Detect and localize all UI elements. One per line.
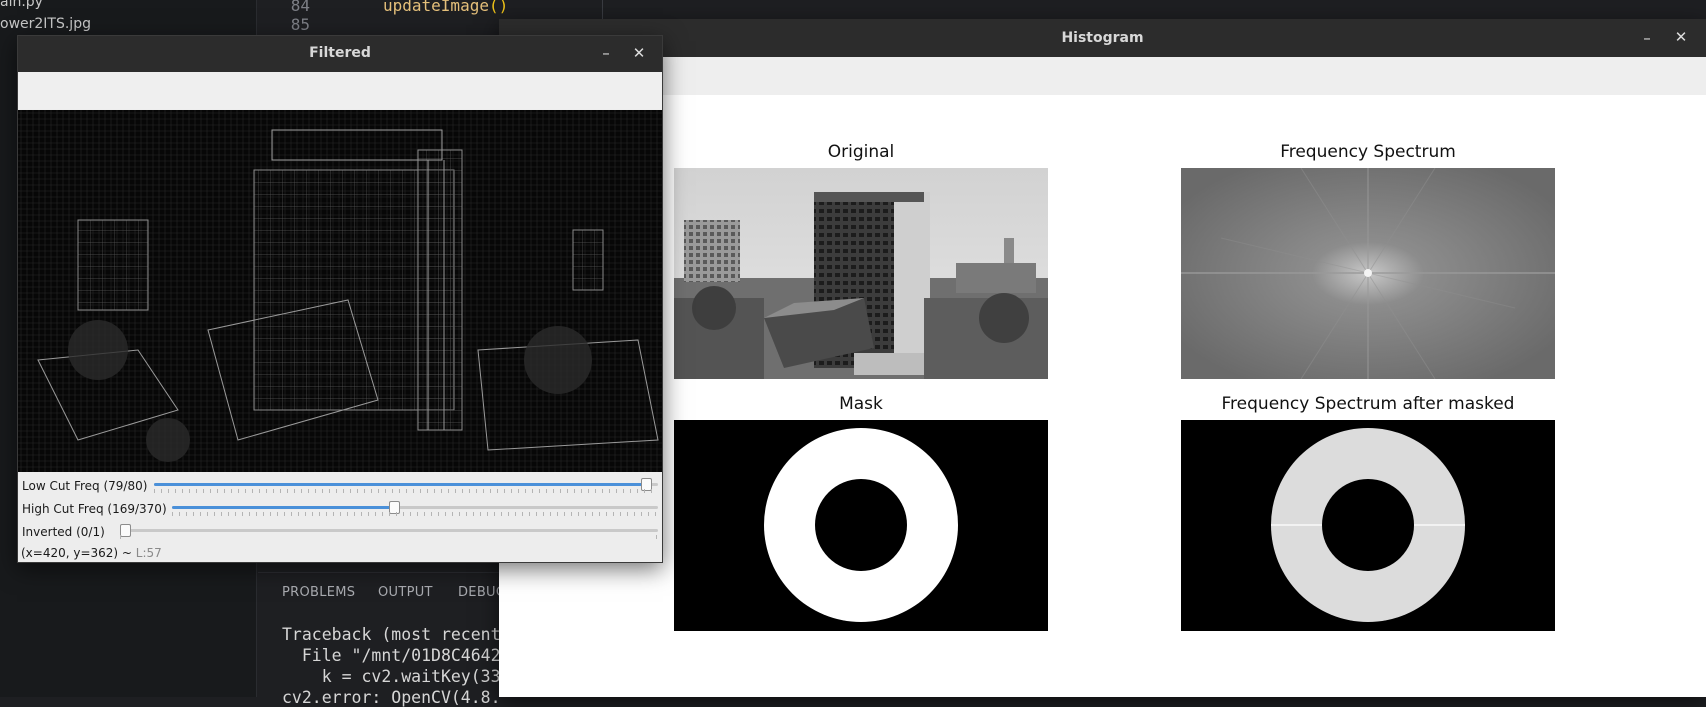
tab-output[interactable]: OUTPUT — [378, 585, 433, 600]
terminal-line: k = cv2.waitKey(33 — [282, 667, 501, 686]
pixel-level: L:57 — [135, 546, 162, 560]
trackbar-label: High Cut Freq (169/370) — [22, 502, 167, 516]
original-image — [674, 168, 1048, 379]
explorer-file-main-py[interactable]: ain.py — [0, 0, 43, 10]
code-line: updateImage() — [383, 0, 508, 15]
cursor-coordinates: (x=420, y=362) ~ — [21, 546, 136, 560]
trackbar-ticks — [154, 489, 658, 493]
trackbar-high-cut: High Cut Freq (169/370) — [18, 498, 662, 520]
trackbar-ticks — [656, 535, 658, 539]
filtered-window: Filtered – ✕ Low Cut Freq (79/80) High C… — [17, 35, 663, 563]
filtered-titlebar[interactable]: Filtered – ✕ — [18, 36, 662, 72]
subplot-title-original: Original — [827, 142, 895, 162]
subplot-title-mask: Mask — [839, 394, 883, 414]
minimize-icon: – — [1643, 29, 1651, 47]
trackbar-fill — [154, 483, 646, 486]
line-number: 85 — [290, 15, 310, 34]
close-button[interactable]: ✕ — [1669, 25, 1693, 49]
subplot-title-masked-spectrum: Frequency Spectrum after masked — [1221, 394, 1515, 414]
close-icon: ✕ — [1674, 28, 1688, 46]
trackbar-inverted: Inverted (0/1) — [18, 521, 662, 543]
trackbar-fill — [172, 506, 394, 509]
trackbar-track[interactable] — [154, 478, 658, 491]
trackbar-ticks — [172, 512, 658, 516]
explorer-file-tower-image[interactable]: ower2ITS.jpg — [0, 16, 91, 32]
trackbar-track[interactable] — [172, 501, 658, 514]
status-bar: (x=420, y=362) ~ L:57 — [21, 546, 162, 560]
trackbar-low-cut: Low Cut Freq (79/80) — [18, 475, 662, 497]
code-token: updateImage — [383, 0, 489, 15]
trackbar-track[interactable] — [120, 524, 658, 537]
terminal-line: File "/mnt/01D8C4642 — [282, 646, 501, 665]
masked-spectrum-image — [1181, 420, 1555, 631]
histogram-toolbar — [499, 57, 1706, 95]
filtered-image[interactable] — [18, 110, 662, 472]
terminal-line: cv2.error: OpenCV(4.8. — [282, 688, 501, 707]
trackbar-ticks — [120, 535, 122, 539]
histogram-titlebar[interactable]: Histogram – ✕ — [499, 19, 1706, 57]
frequency-spectrum-image — [1181, 168, 1555, 379]
window-title: Histogram — [1061, 30, 1144, 46]
minimize-icon: – — [602, 44, 610, 62]
close-icon: ✕ — [632, 44, 646, 62]
tab-problems[interactable]: PROBLEMS — [282, 585, 355, 600]
indent-guide — [602, 0, 603, 20]
minimize-button[interactable]: – — [594, 41, 618, 65]
trackbar-label: Inverted (0/1) — [22, 525, 105, 539]
filtered-toolbar — [18, 72, 662, 109]
mask-image — [674, 420, 1048, 631]
code-paren: () — [488, 0, 509, 15]
line-number: 84 — [290, 0, 310, 15]
terminal-line: Traceback (most recent — [282, 625, 501, 644]
trackbar-label: Low Cut Freq (79/80) — [22, 479, 148, 493]
close-button[interactable]: ✕ — [627, 41, 651, 65]
minimize-button[interactable]: – — [1635, 26, 1659, 50]
histogram-window: Histogram – ✕ Original Frequency Spectru… — [499, 19, 1706, 697]
subplot-title-frequency-spectrum: Frequency Spectrum — [1280, 142, 1456, 162]
window-title: Filtered — [309, 45, 371, 61]
